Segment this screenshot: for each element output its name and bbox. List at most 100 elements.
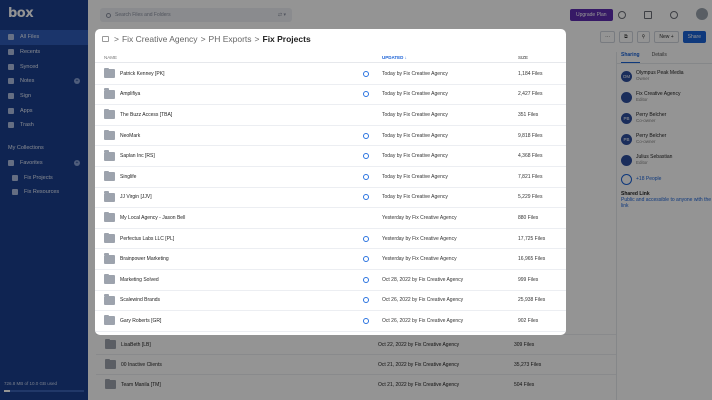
- folder-name-cell: Perfectus Labs LLC [PL]: [95, 232, 349, 244]
- table-row[interactable]: The Buzz Access [TBA] Today by Fix Creati…: [95, 105, 566, 126]
- column-size[interactable]: SIZE: [518, 55, 528, 60]
- sync-status-cell: [349, 132, 382, 139]
- size-cell: 1,184 Files: [518, 70, 543, 77]
- folder-name-cell: Brainpower Marketing: [95, 253, 349, 264]
- folder-name-cell: Gary Roberts [GR]: [95, 314, 349, 326]
- folder-name: NeoMark: [120, 132, 141, 139]
- size-cell: 880 Files: [518, 214, 539, 221]
- folder-name: The Buzz Access [TBA]: [120, 111, 173, 118]
- size-cell: 902 Files: [518, 317, 539, 324]
- updated-cell: Today by Fix Creative Agency: [382, 70, 448, 77]
- folder-name: My Local Agency - Jason Bell: [120, 214, 186, 221]
- updated-cell: Oct 26, 2022 by Fix Creative Agency: [382, 317, 464, 324]
- table-row[interactable]: Gary Roberts [GR] Oct 26, 2022 by Fix Cre…: [95, 311, 566, 332]
- folder-name: Brainpower Marketing: [120, 256, 169, 263]
- folder-list: Patrick Kenney [PK] Today by Fix Creative…: [95, 64, 566, 332]
- updated-cell: Yesterday by Fix Creative Agency: [382, 214, 457, 221]
- folder-name: Scalewind Brands: [120, 297, 161, 304]
- sync-status-cell: [349, 276, 382, 283]
- folder-icon: [104, 314, 115, 326]
- synced-check-icon: [362, 317, 369, 324]
- synced-check-icon: [362, 276, 369, 283]
- breadcrumb-separator: >: [254, 34, 260, 44]
- folder-name: Saplan Inc [RS]: [120, 153, 155, 160]
- size-cell: 4,368 Files: [518, 153, 543, 160]
- updated-cell: Oct 28, 2022 by Fix Creative Agency: [382, 276, 464, 283]
- updated-cell: Today by Fix Creative Agency: [382, 132, 448, 139]
- breadcrumb: > Fix Creative Agency > PH Exports > Fix…: [102, 32, 311, 46]
- sync-status-cell: [349, 256, 382, 263]
- synced-check-icon: [362, 132, 369, 139]
- sync-status-cell: [349, 194, 382, 201]
- table-header: NAME UPDATED ↓ SIZE: [95, 53, 566, 63]
- synced-check-icon: [362, 297, 369, 304]
- updated-cell: Yesterday by Fix Creative Agency: [382, 256, 457, 263]
- sync-status-cell: [349, 235, 382, 242]
- updated-cell: Oct 26, 2022 by Fix Creative Agency: [382, 297, 464, 304]
- folder-icon: [104, 191, 115, 202]
- table-row[interactable]: My Local Agency - Jason Bell Yesterday by…: [95, 208, 566, 229]
- folder-icon: [104, 294, 115, 305]
- updated-cell: Today by Fix Creative Agency: [382, 111, 448, 118]
- synced-check-icon: [362, 91, 369, 98]
- folder-name: Perfectus Labs LLC [PL]: [120, 235, 175, 242]
- column-updated[interactable]: UPDATED ↓: [382, 55, 518, 60]
- folder-icon: [104, 273, 115, 285]
- table-row[interactable]: Saplan Inc [RS] Today by Fix Creative Age…: [95, 146, 566, 167]
- updated-cell: Today by Fix Creative Agency: [382, 194, 448, 201]
- table-row[interactable]: NeoMark Today by Fix Creative Agency 9,818…: [95, 126, 566, 147]
- size-cell: 16,965 Files: [518, 256, 546, 263]
- table-row[interactable]: Perfectus Labs LLC [PL] Yesterday by Fix …: [95, 229, 566, 250]
- breadcrumb-item[interactable]: Fix Creative Agency: [122, 34, 198, 44]
- folder-icon: [104, 211, 115, 223]
- synced-check-icon: [362, 153, 369, 160]
- folder-name: Gary Roberts [GR]: [120, 317, 162, 324]
- table-row[interactable]: Patrick Kenney [PK] Today by Fix Creative…: [95, 64, 566, 85]
- folder-icon: [104, 253, 115, 264]
- folder-name-cell: Marketing Solved: [95, 273, 349, 285]
- folder-name: JJ Virgin [JJV]: [120, 194, 152, 201]
- table-row[interactable]: Amplifiya Today by Fix Creative Agency 2,4…: [95, 85, 566, 106]
- sync-status-cell: [349, 153, 382, 160]
- size-cell: 5,229 Files: [518, 194, 543, 201]
- updated-cell: Today by Fix Creative Agency: [382, 91, 448, 98]
- size-cell: 999 Files: [518, 276, 539, 283]
- breadcrumb-item[interactable]: PH Exports: [209, 34, 252, 44]
- folder-icon: [104, 232, 115, 244]
- folder-icon: [104, 108, 115, 120]
- folder-icon: [104, 129, 115, 141]
- synced-check-icon: [362, 173, 369, 180]
- folder-icon: [104, 150, 115, 161]
- column-name[interactable]: NAME: [95, 55, 349, 60]
- folder-name: Marketing Solved: [120, 276, 159, 283]
- folder-name: Amplifiya: [120, 91, 141, 98]
- synced-check-icon: [362, 256, 369, 263]
- breadcrumb-separator: >: [200, 34, 206, 44]
- sync-status-cell: [349, 91, 382, 98]
- folder-tree-icon[interactable]: [102, 36, 109, 42]
- breadcrumb-current: Fix Projects: [262, 34, 311, 44]
- folder-modal: > Fix Creative Agency > PH Exports > Fix…: [95, 29, 566, 335]
- folder-name-cell: Saplan Inc [RS]: [95, 150, 349, 161]
- folder-name-cell: Scalewind Brands: [95, 294, 349, 305]
- size-cell: 9,818 Files: [518, 132, 543, 139]
- updated-cell: Today by Fix Creative Agency: [382, 153, 448, 160]
- sync-status-cell: [349, 173, 382, 180]
- folder-name-cell: JJ Virgin [JJV]: [95, 191, 349, 202]
- updated-cell: Today by Fix Creative Agency: [382, 173, 448, 180]
- table-row[interactable]: Brainpower Marketing Yesterday by Fix Cre…: [95, 249, 566, 270]
- synced-check-icon: [362, 70, 369, 77]
- table-row[interactable]: Marketing Solved Oct 28, 2022 by Fix Crea…: [95, 270, 566, 291]
- folder-name-cell: The Buzz Access [TBA]: [95, 108, 349, 120]
- table-row[interactable]: Scalewind Brands Oct 26, 2022 by Fix Crea…: [95, 291, 566, 312]
- sync-status-cell: [349, 70, 382, 77]
- table-row[interactable]: JJ Virgin [JJV] Today by Fix Creative Age…: [95, 188, 566, 209]
- synced-check-icon: [362, 194, 369, 201]
- table-row[interactable]: Singlife Today by Fix Creative Agency 7,82…: [95, 167, 566, 188]
- breadcrumb-separator: >: [114, 34, 119, 44]
- folder-name-cell: NeoMark: [95, 129, 349, 141]
- synced-check-icon: [362, 235, 369, 242]
- folder-name: Patrick Kenney [PK]: [120, 70, 165, 77]
- size-cell: 17,725 Files: [518, 235, 546, 242]
- folder-name-cell: Amplifiya: [95, 88, 349, 99]
